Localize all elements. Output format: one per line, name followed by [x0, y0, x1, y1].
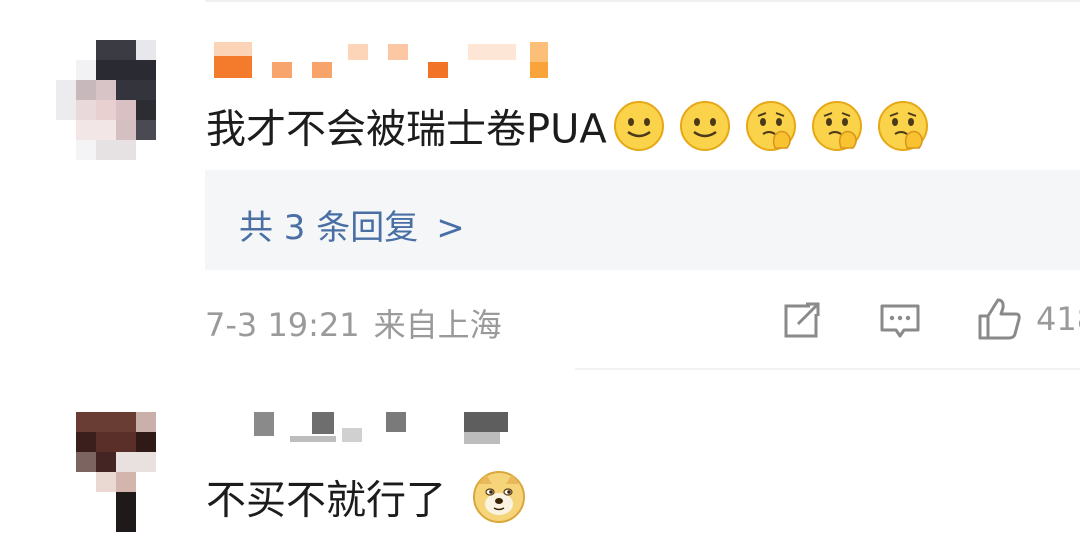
- comment-divider: [575, 368, 1080, 370]
- view-replies-link[interactable]: 共 3 条回复 >: [239, 200, 465, 249]
- timestamp: 7-3 19:21: [205, 306, 360, 344]
- replies-box[interactable]: 共 3 条回复 >: [205, 170, 1080, 270]
- username-redacted[interactable]: [250, 410, 510, 450]
- comment-body: 不买不就行了: [206, 477, 446, 524]
- share-icon[interactable]: [780, 300, 822, 342]
- smile-emoji-icon: [613, 100, 665, 163]
- comment-icon[interactable]: [878, 300, 922, 342]
- like-count: 418: [1036, 300, 1080, 338]
- top-divider: [205, 0, 1080, 2]
- smile-emoji-icon: [679, 100, 731, 163]
- location: 来自上海: [373, 306, 502, 344]
- comment-body: 我才不会被瑞士卷PUA: [206, 106, 607, 153]
- thumbs-up-icon[interactable]: [976, 296, 1022, 342]
- emoji-row: [613, 100, 943, 163]
- username-redacted[interactable]: [214, 42, 554, 82]
- comment-text: 不买不就行了: [206, 470, 540, 535]
- avatar[interactable]: [76, 412, 176, 532]
- comment-text: 我才不会被瑞士卷PUA: [206, 100, 943, 163]
- thinking-emoji-icon: [745, 100, 797, 163]
- thinking-emoji-icon: [811, 100, 863, 163]
- chevron-right-icon: >: [436, 208, 465, 248]
- replies-count-label[interactable]: 共 3 条回复: [239, 208, 418, 248]
- emoji-row: [472, 470, 540, 535]
- doge-emoji-icon: [472, 470, 526, 535]
- thinking-emoji-icon: [877, 100, 929, 163]
- comment-meta: 7-3 19:21 来自上海: [205, 300, 502, 346]
- avatar[interactable]: [56, 40, 176, 160]
